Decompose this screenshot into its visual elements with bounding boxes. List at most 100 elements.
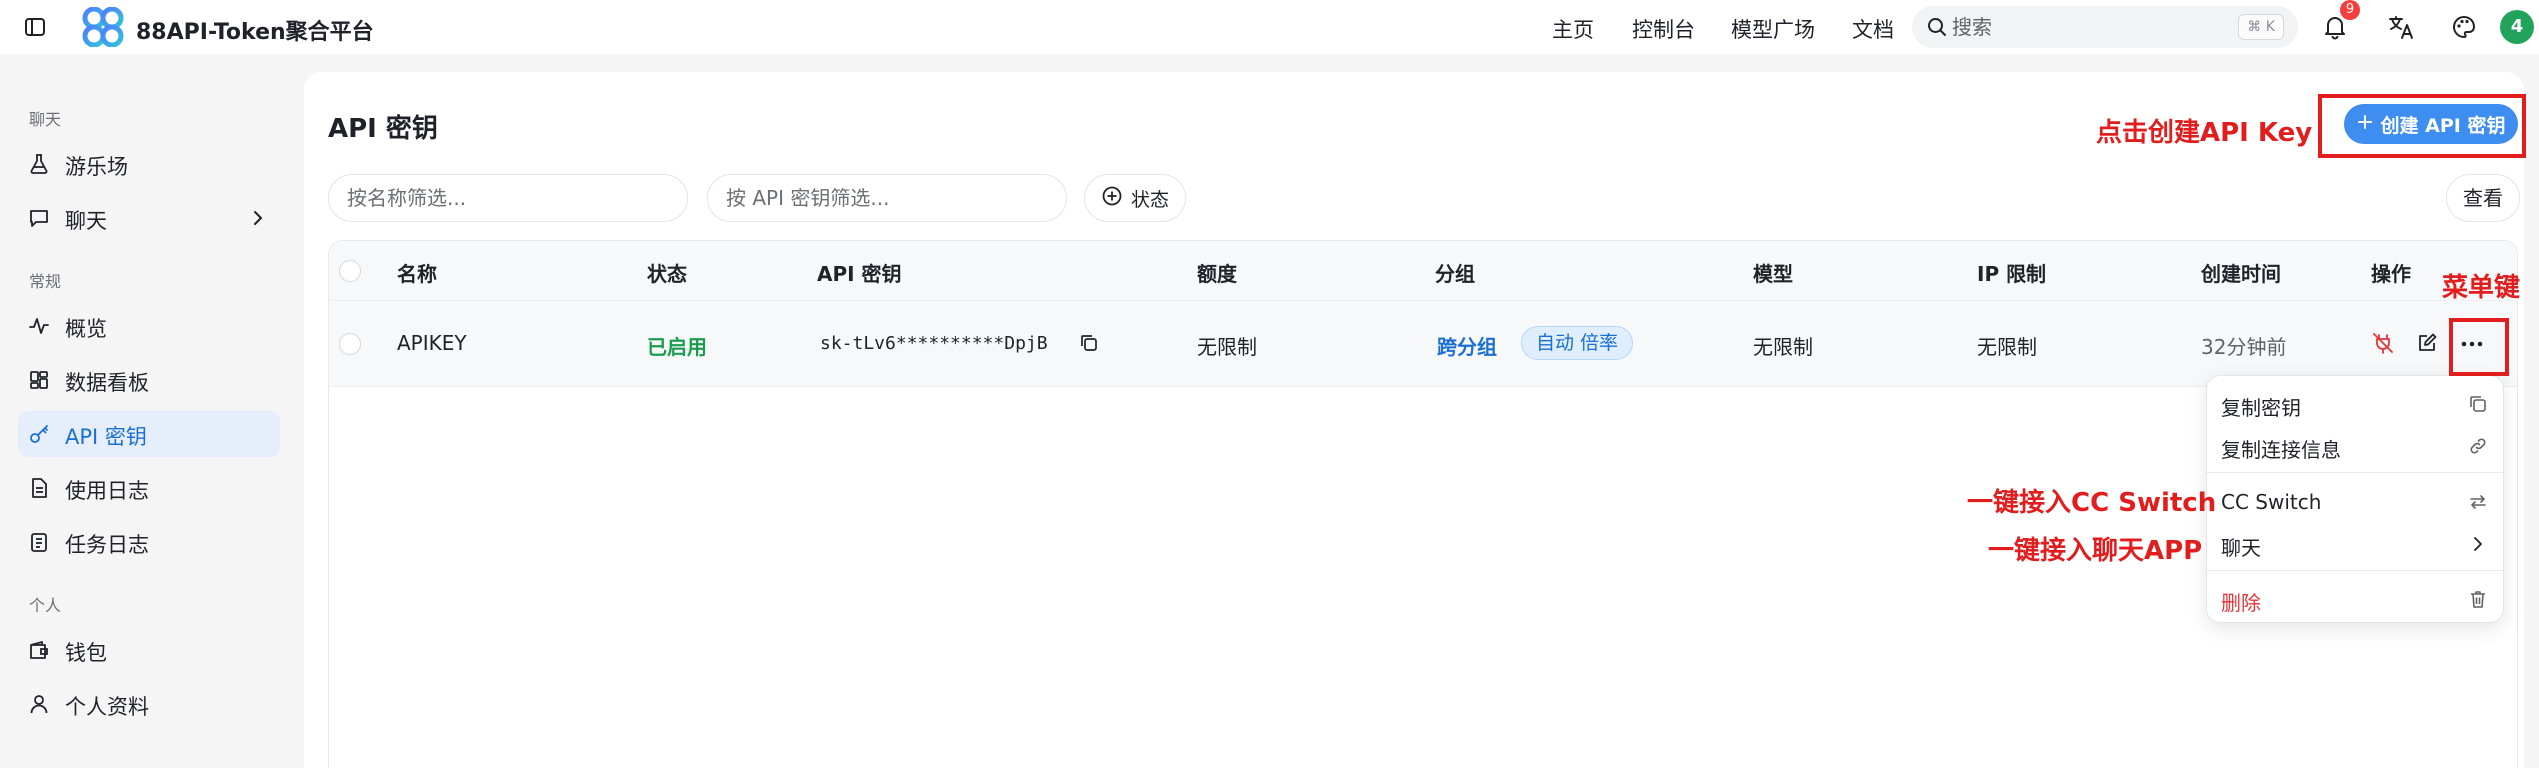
sidebar-item-profile[interactable]: 个人资料 bbox=[18, 681, 280, 727]
user-avatar[interactable]: 4 bbox=[2500, 10, 2534, 44]
column-group[interactable]: 分组 bbox=[1435, 258, 1475, 287]
wallet-icon bbox=[28, 639, 50, 661]
sidebar-item-playground[interactable]: 游乐场 bbox=[18, 141, 280, 187]
row-actions-menu: 复制密钥 复制连接信息 CC Switch 聊天 删除 bbox=[2206, 375, 2504, 623]
group-value: 跨分组 bbox=[1437, 335, 1497, 359]
created-time: 32分钟前 bbox=[2201, 335, 2287, 359]
search-box[interactable]: ⌘ K bbox=[1912, 6, 2298, 48]
annotation-menu-hint: 菜单键 bbox=[2442, 273, 2521, 303]
column-models[interactable]: 模型 bbox=[1753, 258, 1793, 287]
api-key-value: sk-tLv6**********DpjB bbox=[820, 333, 1048, 354]
column-api-key[interactable]: API 密钥 bbox=[817, 258, 902, 287]
app-title[interactable]: 88API-Token聚合平台 bbox=[136, 14, 374, 46]
trash-icon bbox=[2467, 588, 2489, 610]
status-filter-label: 状态 bbox=[1130, 188, 1169, 211]
row-checkbox[interactable] bbox=[339, 333, 361, 355]
menu-item-label: 删除 bbox=[2221, 591, 2261, 615]
sidebar-item-label: 数据看板 bbox=[65, 371, 149, 395]
top-header: 88API-Token聚合平台 主页 控制台 模型广场 文档 ⌘ K 9 4 bbox=[0, 0, 2539, 54]
copy-icon[interactable] bbox=[1073, 327, 1105, 359]
key-name: APIKEY bbox=[397, 331, 467, 355]
link-icon bbox=[2467, 435, 2489, 457]
notification-badge: 9 bbox=[2340, 0, 2360, 20]
table-row[interactable]: APIKEY 已启用 sk-tLv6**********DpjB 无限制 跨分组… bbox=[329, 301, 2517, 387]
page-title: API 密钥 bbox=[328, 114, 438, 144]
edit-icon[interactable] bbox=[2411, 327, 2443, 359]
user-icon bbox=[28, 693, 50, 715]
sidebar-item-label: 任务日志 bbox=[65, 533, 149, 557]
search-icon bbox=[1926, 16, 1948, 42]
key-filter-input[interactable] bbox=[707, 174, 1067, 222]
quota-value: 无限制 bbox=[1197, 335, 1257, 359]
sidebar-section-personal: 个人 bbox=[29, 596, 62, 615]
menu-cc-switch[interactable]: CC Switch bbox=[2207, 482, 2503, 522]
sidebar-item-task-logs[interactable]: 任务日志 bbox=[18, 519, 280, 565]
palette-icon[interactable] bbox=[2447, 10, 2481, 44]
activity-icon bbox=[28, 315, 50, 337]
status-badge: 已启用 bbox=[647, 335, 707, 359]
search-shortcut-badge: ⌘ K bbox=[2238, 14, 2284, 40]
annotation-create-hint: 点击创建API Key bbox=[2096, 118, 2313, 148]
sidebar-item-wallet[interactable]: 钱包 bbox=[18, 627, 280, 673]
sidebar-item-label: 个人资料 bbox=[65, 695, 149, 719]
column-status[interactable]: 状态 bbox=[647, 258, 687, 287]
translate-icon[interactable] bbox=[2384, 10, 2418, 44]
file-icon bbox=[28, 477, 50, 499]
column-name[interactable]: 名称 bbox=[397, 258, 437, 287]
sidebar-item-label: API 密钥 bbox=[65, 425, 147, 449]
create-button-label: 创建 API 密钥 bbox=[2380, 114, 2506, 137]
message-icon bbox=[28, 207, 50, 229]
status-filter-button[interactable]: 状态 bbox=[1084, 174, 1186, 222]
sidebar-item-dashboard[interactable]: 数据看板 bbox=[18, 357, 280, 403]
chevron-right-icon bbox=[250, 208, 266, 232]
sidebar: 聊天 游乐场 聊天 常规 概览 数据看板 API 密钥 使用日志 任务日志 个人… bbox=[0, 54, 300, 768]
copy-icon bbox=[2467, 393, 2489, 415]
more-menu-button[interactable] bbox=[2449, 319, 2495, 365]
menu-divider bbox=[2207, 472, 2503, 473]
sidebar-item-label: 游乐场 bbox=[65, 155, 128, 179]
menu-item-label: 聊天 bbox=[2221, 536, 2261, 560]
select-all-checkbox[interactable] bbox=[339, 260, 361, 282]
annotation-cc-switch-hint: 一键接入CC Switch bbox=[1967, 488, 2217, 518]
sidebar-item-api-keys[interactable]: API 密钥 bbox=[18, 411, 280, 457]
plus-circle-icon bbox=[1101, 185, 1123, 212]
nav-docs[interactable]: 文档 bbox=[1852, 14, 1894, 44]
view-button[interactable]: 查看 bbox=[2446, 174, 2520, 222]
column-quota[interactable]: 额度 bbox=[1197, 258, 1237, 287]
main-panel: API 密钥 创建 API 密钥 状态 查看 名称 状态 API 密钥 额度 分… bbox=[304, 72, 2524, 768]
models-value: 无限制 bbox=[1753, 335, 1813, 359]
more-horizontal-icon bbox=[2460, 333, 2484, 352]
brand-logo-icon[interactable] bbox=[80, 6, 126, 48]
nav-home[interactable]: 主页 bbox=[1552, 14, 1594, 44]
column-actions: 操作 bbox=[2371, 262, 2411, 286]
menu-delete[interactable]: 删除 bbox=[2207, 579, 2503, 619]
sidebar-item-label: 概览 bbox=[65, 317, 107, 341]
key-icon bbox=[28, 423, 50, 445]
ip-limit-value: 无限制 bbox=[1977, 335, 2037, 359]
column-created[interactable]: 创建时间 bbox=[2201, 258, 2281, 287]
sidebar-toggle-icon[interactable] bbox=[22, 14, 48, 40]
nav-console[interactable]: 控制台 bbox=[1632, 14, 1695, 44]
search-input[interactable] bbox=[1952, 12, 2202, 42]
switch-icon bbox=[2467, 491, 2489, 513]
table-header: 名称 状态 API 密钥 额度 分组 模型 IP 限制 创建时间 操作 bbox=[329, 241, 2517, 301]
sidebar-section-chat: 聊天 bbox=[29, 110, 62, 129]
sidebar-item-chat[interactable]: 聊天 bbox=[18, 195, 280, 241]
disable-plug-icon[interactable] bbox=[2367, 327, 2399, 359]
name-filter-input[interactable] bbox=[328, 174, 688, 222]
sidebar-item-usage-logs[interactable]: 使用日志 bbox=[18, 465, 280, 511]
menu-copy-connection-info[interactable]: 复制连接信息 bbox=[2207, 426, 2503, 466]
dashboard-icon bbox=[28, 369, 50, 391]
menu-item-label: 复制密钥 bbox=[2221, 396, 2301, 420]
menu-item-label: 复制连接信息 bbox=[2221, 438, 2341, 462]
sidebar-item-overview[interactable]: 概览 bbox=[18, 303, 280, 349]
column-ip-limit[interactable]: IP 限制 bbox=[1977, 258, 2046, 287]
menu-chat[interactable]: 聊天 bbox=[2207, 524, 2503, 564]
list-icon bbox=[28, 531, 50, 553]
create-api-key-button[interactable]: 创建 API 密钥 bbox=[2344, 104, 2518, 144]
menu-copy-key[interactable]: 复制密钥 bbox=[2207, 384, 2503, 424]
sidebar-section-general: 常规 bbox=[29, 272, 62, 291]
nav-model-marketplace[interactable]: 模型广场 bbox=[1731, 14, 1815, 44]
menu-divider bbox=[2207, 570, 2503, 571]
sidebar-item-label: 聊天 bbox=[65, 209, 107, 233]
